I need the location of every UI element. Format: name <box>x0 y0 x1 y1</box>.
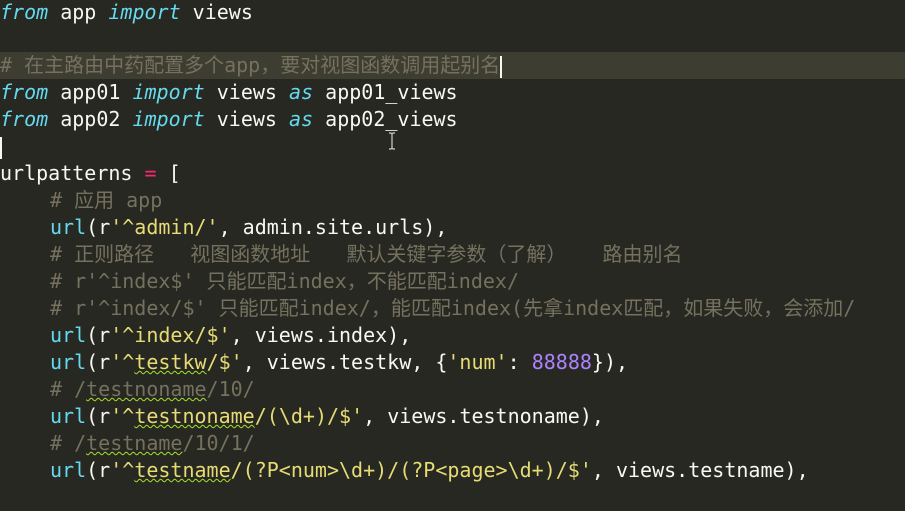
code-text: app01_views <box>313 80 458 104</box>
comment-text: /10/1/ <box>182 431 255 455</box>
comment-spellcheck: testnoname <box>86 377 207 401</box>
code-line-17: # /testname/10/1/ <box>0 430 905 457</box>
code-text: , views.index), <box>230 323 412 347</box>
code-line-12: # r'^index/$' 只能匹配index/，能匹配index(先拿inde… <box>0 295 905 322</box>
code-text: views <box>204 80 290 104</box>
keyword-from: from <box>0 107 49 131</box>
comment-text: # / <box>50 431 87 455</box>
code-line-15: # /testnoname/10/ <box>0 376 905 403</box>
code-line-6 <box>0 133 905 160</box>
text-caret-secondary <box>0 136 2 159</box>
code-line-5: from app02 import views as app02_views <box>0 106 905 133</box>
comment-spellcheck: testname <box>86 431 183 455</box>
string-literal: '^index/$' <box>110 323 231 347</box>
keyword-from: from <box>0 0 49 24</box>
code-line-4: from app01 import views as app01_views <box>0 79 905 106</box>
comment-text: # 正则路径 视图函数地址 默认关键字参数（了解） 路由别名 <box>50 242 683 266</box>
keyword-as: as <box>289 80 314 104</box>
ibeam-cursor-icon <box>389 132 395 150</box>
keyword-import: import <box>132 80 205 104</box>
code-line-13: url(r'^index/$', views.index), <box>0 322 905 349</box>
code-line-3: # 在主路由中药配置多个app，要对视图函数调用起别名 <box>0 52 905 79</box>
keyword-import: import <box>108 0 181 24</box>
code-text: , views.testkw, { <box>242 350 448 374</box>
code-text: : <box>507 350 532 374</box>
string-literal-spellcheck: testnoname <box>134 404 255 428</box>
code-line-7: urlpatterns = [ <box>0 160 905 187</box>
string-literal: /(?P<num>\d+)/(?P<page>\d+)/$' <box>230 458 592 482</box>
code-editor[interactable]: from app import views # 在主路由中药配置多个app，要对… <box>0 0 905 511</box>
comment-text: # 在主路由中药配置多个app，要对视图函数调用起别名 <box>0 53 501 77</box>
code-text: (r <box>86 404 111 428</box>
keyword-import: import <box>132 107 205 131</box>
code-text: app02_views <box>313 107 458 131</box>
code-text: app01 <box>48 80 133 104</box>
string-literal: '^ <box>110 458 135 482</box>
function-name: url <box>50 458 87 482</box>
code-line-16: url(r'^testnoname/(\d+)/$', views.testno… <box>0 403 905 430</box>
code-text: }), <box>591 350 629 374</box>
code-line-18: url(r'^testname/(?P<num>\d+)/(?P<page>\d… <box>0 457 905 484</box>
code-text: , admin.site.urls), <box>218 215 448 239</box>
code-text: , views.testname), <box>591 458 809 482</box>
code-line-8: # 应用 app <box>0 187 905 214</box>
string-literal: /(\d+)/$' <box>254 404 364 428</box>
string-literal: '^ <box>110 404 135 428</box>
comment-text: # 应用 app <box>50 188 163 212</box>
string-literal-spellcheck: testkw <box>134 350 207 374</box>
function-name: url <box>50 323 87 347</box>
function-name: url <box>50 215 87 239</box>
code-text: app02 <box>48 107 133 131</box>
number-literal: 88888 <box>531 350 592 374</box>
code-text: urlpatterns <box>0 161 145 185</box>
code-text: (r <box>86 323 111 347</box>
comment-text: # / <box>50 377 87 401</box>
text-caret <box>500 55 503 78</box>
code-text: (r <box>86 458 111 482</box>
keyword-as: as <box>289 107 314 131</box>
operator: = <box>144 161 157 185</box>
code-text: (r <box>86 350 111 374</box>
dict-key: 'num' <box>447 350 508 374</box>
string-literal: /$' <box>206 350 243 374</box>
keyword-from: from <box>0 80 49 104</box>
string-literal-spellcheck: testname <box>134 458 231 482</box>
comment-text: /10/ <box>206 377 255 401</box>
string-literal: '^admin/' <box>110 215 219 239</box>
function-name: url <box>50 404 87 428</box>
comment-text: # r'^index$' 只能匹配index，不能匹配index/ <box>50 269 519 293</box>
comment-text: # r'^index/$' 只能匹配index/，能匹配index(先拿inde… <box>50 296 856 320</box>
code-line-1: from app import views <box>0 0 905 26</box>
code-text: app <box>48 0 109 24</box>
code-line-14: url(r'^testkw/$', views.testkw, {'num': … <box>0 349 905 376</box>
code-text: , views.testnoname), <box>363 404 604 428</box>
string-literal: '^ <box>110 350 135 374</box>
code-line-10: # 正则路径 视图函数地址 默认关键字参数（了解） 路由别名 <box>0 241 905 268</box>
code-line-11: # r'^index$' 只能匹配index，不能匹配index/ <box>0 268 905 295</box>
code-text: views <box>180 0 253 24</box>
code-line-9: url(r'^admin/', admin.site.urls), <box>0 214 905 241</box>
code-text: views <box>204 107 290 131</box>
code-text: [ <box>156 161 181 185</box>
code-text: (r <box>86 215 111 239</box>
function-name: url <box>50 350 87 374</box>
